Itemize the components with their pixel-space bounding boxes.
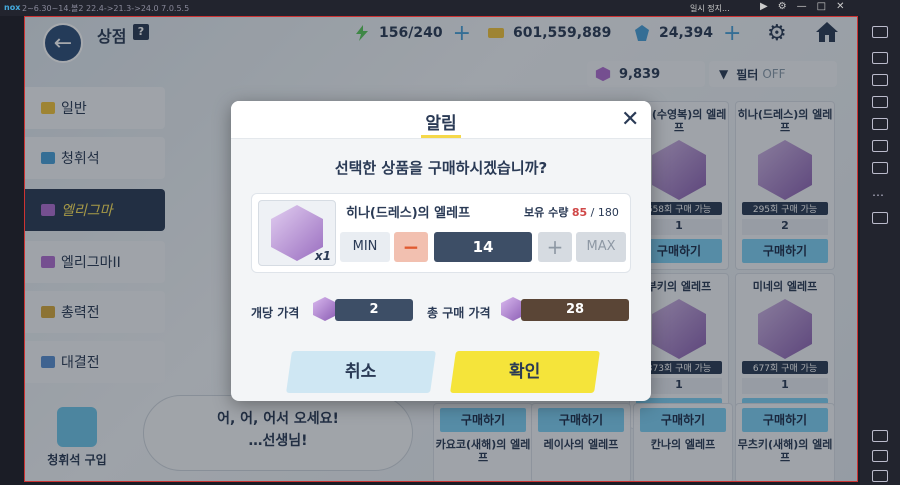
quantity-field[interactable]: 14	[434, 232, 532, 262]
owned-have: 85	[571, 206, 588, 219]
owned-max: / 180	[590, 206, 619, 219]
confirm-label: 확인	[509, 362, 541, 382]
pause-status[interactable]: 일시 정지...	[690, 3, 730, 14]
minimize-icon[interactable]: —	[797, 1, 807, 12]
dialog-header: 알림 ✕	[231, 101, 651, 139]
item-panel: x1 히나(드레스)의 엘레프 보유 수량 85 / 180 MIN − 14 …	[251, 193, 631, 273]
decrement-button[interactable]: −	[394, 232, 428, 262]
maximize-icon[interactable]: □	[817, 1, 826, 12]
close-window-icon[interactable]: ✕	[836, 1, 844, 12]
cancel-button[interactable]: 취소	[286, 351, 436, 393]
external-icon[interactable]	[872, 212, 888, 224]
max-button[interactable]: MAX	[576, 232, 626, 262]
emulator-logo: nox	[4, 3, 21, 12]
emulator-version: 2~6.30~14.볼2 22.4->21.3->24.0 7.0.5.5	[22, 4, 190, 13]
window-controls: ▶ ⚙ — □ ✕	[760, 1, 845, 12]
emulator-titlebar: nox 2~6.30~14.볼2 22.4->21.3->24.0 7.0.5.…	[0, 0, 900, 16]
dialog-question: 선택한 상품을 구매하시겠습니까?	[334, 159, 548, 177]
more-icon[interactable]: ⋯	[872, 188, 888, 202]
total-price-label: 총 구매 가격	[427, 306, 491, 320]
unit-price-label: 개당 가격	[251, 306, 300, 320]
settings-icon[interactable]: ⚙	[778, 1, 787, 12]
total-price-value: 28	[521, 299, 629, 321]
screenshot-icon[interactable]	[872, 118, 888, 130]
emulator-sidebar: ⋯	[860, 16, 900, 485]
min-button[interactable]: MIN	[340, 232, 390, 262]
dialog-title: 알림	[425, 114, 457, 134]
record-icon[interactable]	[872, 140, 888, 152]
owned-label: 보유 수량	[524, 206, 569, 219]
owned-quantity: 보유 수량 85 / 180	[524, 204, 619, 220]
android-back-icon[interactable]	[872, 430, 888, 442]
item-thumbnail: x1	[258, 200, 336, 266]
android-recent-icon[interactable]	[872, 470, 888, 482]
item-count: x1	[314, 249, 331, 263]
purchase-dialog: 알림 ✕ 선택한 상품을 구매하시겠습니까? x1 히나(드레스)의 엘레프 보…	[231, 101, 651, 401]
item-name: 히나(드레스)의 엘레프	[346, 206, 471, 221]
fullscreen-icon[interactable]	[872, 74, 888, 86]
play-icon[interactable]: ▶	[760, 1, 768, 12]
volume-down-icon[interactable]	[872, 52, 888, 64]
increment-button[interactable]: +	[538, 232, 572, 262]
message-icon[interactable]	[872, 162, 888, 174]
unit-price-value: 2	[335, 299, 413, 321]
close-icon[interactable]: ✕	[621, 107, 639, 132]
title-underline	[421, 135, 461, 138]
android-home-icon[interactable]	[872, 450, 888, 462]
sync-icon[interactable]	[872, 96, 888, 108]
game-viewport: ← 상점 ? 156/240 + 601,559,889 24,394 + ⚙ …	[24, 16, 858, 482]
confirm-button[interactable]: 확인	[450, 351, 600, 393]
cancel-label: 취소	[345, 362, 377, 382]
eligma-icon	[313, 297, 337, 321]
volume-up-icon[interactable]	[872, 26, 888, 38]
